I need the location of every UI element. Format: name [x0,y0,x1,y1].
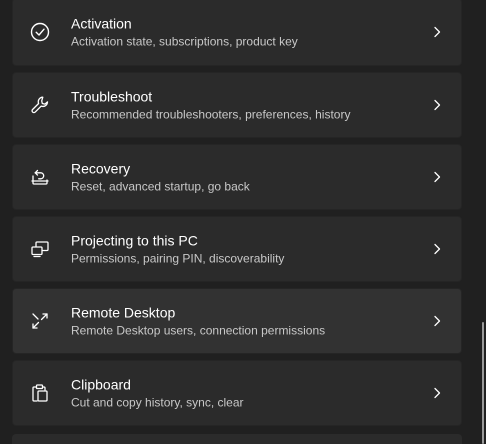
settings-item-text: Recovery Reset, advanced startup, go bac… [71,160,250,195]
clipboard-icon [29,382,51,404]
settings-item-activation[interactable]: Activation Activation state, subscriptio… [12,0,462,66]
settings-item-recovery[interactable]: Recovery Reset, advanced startup, go bac… [12,144,462,210]
settings-item-subtitle: Cut and copy history, sync, clear [71,395,244,410]
chevron-right-icon [431,26,443,38]
settings-item-text: Activation Activation state, subscriptio… [71,15,298,50]
chevron-right-icon [431,171,443,183]
settings-item-troubleshoot[interactable]: Troubleshoot Recommended troubleshooters… [12,72,462,138]
settings-item-subtitle: Recommended troubleshooters, preferences… [71,107,351,122]
scrollbar-thumb[interactable] [482,322,484,444]
settings-item-subtitle: Remote Desktop users, connection permiss… [71,323,326,338]
settings-item-subtitle: Reset, advanced startup, go back [71,179,250,194]
settings-item-title: Clipboard [71,376,131,393]
recovery-icon [29,166,51,188]
projecting-icon [29,238,51,260]
settings-item-subtitle: Activation state, subscriptions, product… [71,34,298,49]
settings-item-clipboard[interactable]: Clipboard Cut and copy history, sync, cl… [12,360,462,426]
activation-check-icon [29,21,51,43]
settings-item-subtitle: Permissions, pairing PIN, discoverabilit… [71,251,285,266]
remote-desktop-icon [29,310,51,332]
settings-item-partial[interactable] [12,434,462,444]
settings-item-text: Remote Desktop Remote Desktop users, con… [71,304,325,339]
settings-item-title: Troubleshoot [71,88,153,105]
chevron-right-icon [431,387,443,399]
settings-item-title: Activation [71,15,132,32]
chevron-right-icon [431,315,443,327]
settings-viewport: Activation Activation state, subscriptio… [0,0,486,444]
wrench-icon [29,94,51,116]
settings-item-remote-desktop[interactable]: Remote Desktop Remote Desktop users, con… [12,288,462,354]
settings-list: Activation Activation state, subscriptio… [12,0,462,432]
settings-item-title: Projecting to this PC [71,232,198,249]
chevron-right-icon [431,243,443,255]
settings-item-title: Recovery [71,160,131,177]
settings-item-text: Troubleshoot Recommended troubleshooters… [71,88,350,123]
chevron-right-icon [431,99,443,111]
settings-item-text: Projecting to this PC Permissions, pairi… [71,232,284,267]
settings-item-projecting[interactable]: Projecting to this PC Permissions, pairi… [12,216,462,282]
settings-item-text: Clipboard Cut and copy history, sync, cl… [71,376,244,411]
settings-item-title: Remote Desktop [71,304,176,321]
